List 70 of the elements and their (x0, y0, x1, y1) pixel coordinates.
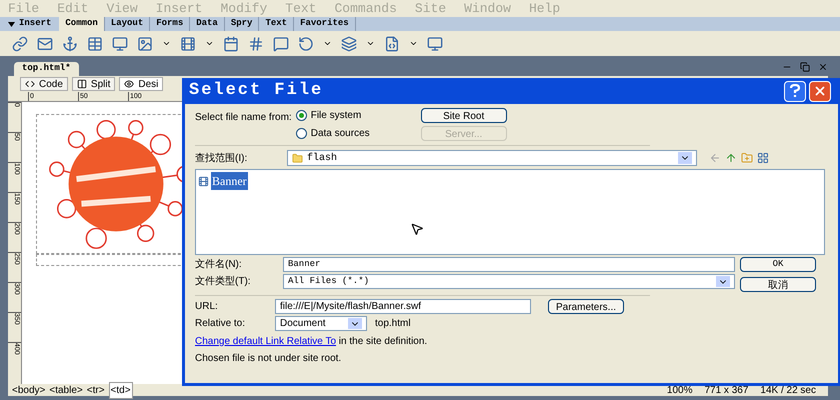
caret-icon[interactable] (323, 39, 332, 48)
caret-icon[interactable] (162, 39, 171, 48)
collapse-icon[interactable] (8, 22, 15, 26)
dialog-title: Select File (189, 80, 324, 102)
status-text: 771 x 367 (704, 384, 748, 398)
ok-button[interactable]: OK (740, 257, 816, 272)
eye-icon (124, 79, 134, 89)
email-icon[interactable] (37, 36, 53, 52)
anchor-icon[interactable] (62, 36, 78, 52)
folder-icon (292, 152, 303, 164)
url-field[interactable]: file:///E|/Mysite/flash/Banner.swf (275, 299, 531, 314)
document-tab[interactable]: top.html* (14, 62, 79, 76)
field-label: URL: (195, 300, 219, 314)
cancel-button[interactable]: 取消 (740, 277, 816, 292)
up-folder-icon[interactable] (725, 152, 737, 164)
tag-selector-item[interactable]: <td> (108, 382, 133, 398)
link-icon[interactable] (12, 36, 28, 52)
monitor-icon[interactable] (427, 36, 443, 52)
caret-icon[interactable] (409, 39, 418, 48)
field-label: 文件名(N): (195, 258, 243, 272)
tag-selector-item[interactable]: <body> (12, 382, 46, 398)
view-button[interactable]: Desi (119, 77, 164, 91)
refresh-icon[interactable] (298, 36, 314, 52)
tag-selector-item[interactable]: <table> (49, 382, 83, 398)
radio-button[interactable] (296, 128, 307, 139)
code-icon (25, 79, 35, 89)
calendar-icon[interactable] (223, 36, 239, 52)
status-text: 100% (666, 384, 692, 398)
template-icon[interactable] (384, 36, 400, 52)
image-icon[interactable] (137, 36, 153, 52)
restore-icon[interactable] (800, 62, 810, 72)
radio-option[interactable]: File system (296, 108, 421, 123)
help-icon[interactable] (784, 80, 806, 102)
close-icon[interactable] (809, 80, 831, 102)
relative-to-dropdown[interactable]: Document (275, 316, 367, 331)
dialog-button[interactable]: Site Root (420, 108, 507, 123)
look-in-dropdown[interactable]: flash (287, 150, 697, 166)
split-icon (76, 79, 87, 89)
tag-selector-item[interactable]: <tr> (86, 382, 105, 398)
field-label: Relative to: (195, 317, 246, 331)
view-button[interactable]: Split (72, 77, 116, 91)
radio-option[interactable]: Data sources (296, 126, 421, 141)
view-button[interactable]: Code (20, 77, 68, 91)
status-text: 14K / 22 sec (760, 384, 816, 398)
field-label: 文件类型(T): (195, 274, 252, 289)
close-icon[interactable] (818, 62, 828, 72)
note-text: Chosen file is not under site root. (195, 352, 342, 366)
media-icon[interactable] (180, 36, 196, 52)
insert-tab[interactable]: Common (59, 17, 105, 31)
field-label: 查找范围(I): (195, 152, 248, 166)
relative-file-text: top.html (375, 317, 411, 331)
flash-file-icon (198, 176, 209, 186)
table-icon[interactable] (87, 36, 103, 52)
comment-icon[interactable] (273, 36, 289, 52)
mouse-cursor-icon (410, 222, 424, 236)
caret-icon[interactable] (205, 39, 214, 48)
field-label: Select file name from: (195, 111, 292, 125)
div-icon[interactable] (112, 36, 128, 52)
caret-icon[interactable] (366, 39, 375, 48)
file-type-dropdown[interactable]: All Files (*.*) (283, 274, 735, 289)
parameters-button[interactable]: Parameters... (548, 299, 624, 314)
view-menu-icon[interactable] (757, 152, 769, 164)
layers-icon[interactable] (341, 36, 357, 52)
insert-bar-title[interactable]: Insert (19, 17, 52, 31)
link-suffix-text: in the site definition. (338, 335, 428, 349)
list-entry[interactable]: Banner (211, 172, 248, 190)
radio-button[interactable] (296, 110, 307, 121)
link[interactable]: Change default Link Relative To (195, 334, 336, 349)
hash-icon[interactable] (248, 36, 264, 52)
file-name-field[interactable]: Banner (283, 257, 735, 272)
